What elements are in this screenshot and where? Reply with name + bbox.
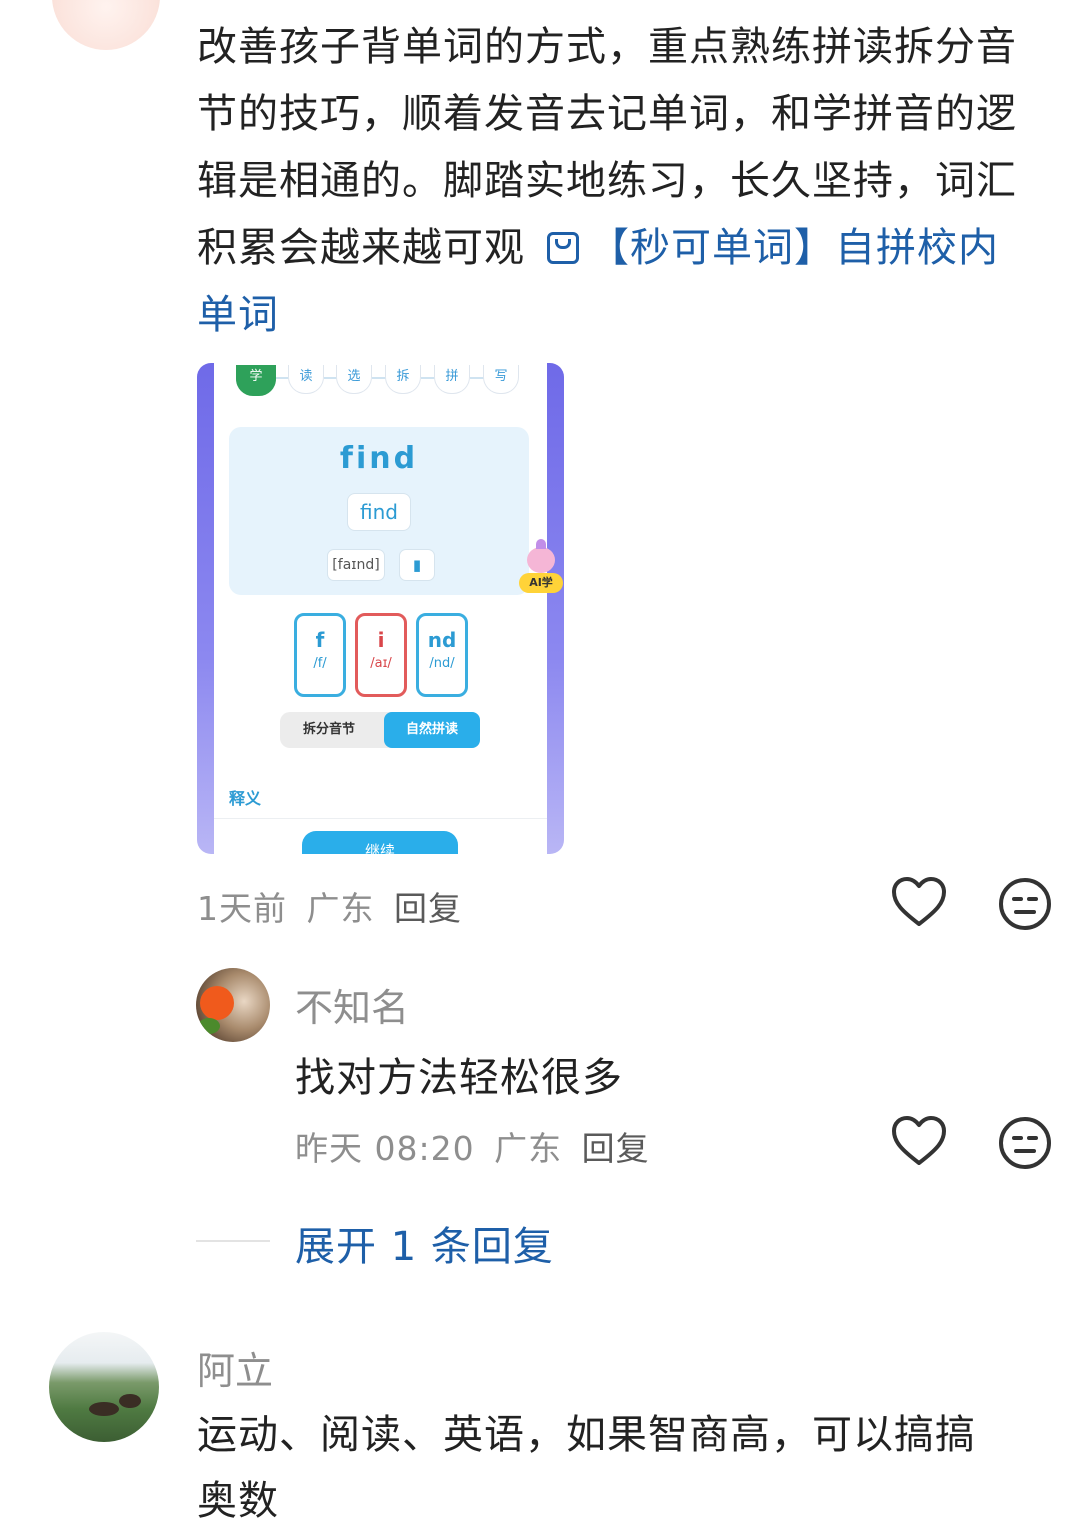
avatar[interactable] (52, 0, 160, 50)
comment-author-name[interactable]: 阿立 (197, 1340, 273, 1395)
comment-location: 广东 (306, 889, 375, 928)
step-connector (421, 377, 435, 379)
reply-text: 找对方法轻松很多 (295, 1055, 623, 1101)
shopping-bag-icon[interactable] (547, 232, 579, 264)
meh-face-icon[interactable] (996, 1114, 1054, 1172)
word-title: find (339, 441, 419, 476)
step-connector (470, 377, 484, 379)
segment-phonics: 自然拼读 (384, 712, 480, 748)
meaning-label: 释义 (229, 789, 262, 808)
avatar[interactable] (196, 968, 270, 1042)
step-read: 读 (288, 365, 324, 394)
word-card: find find [faɪnd] ▮ (229, 427, 529, 595)
avatar-building (119, 1394, 141, 1408)
reply-location: 广东 (494, 1129, 563, 1168)
comment-meta: 1天前 广东 回复 (197, 882, 462, 930)
comment-time: 1天前 (197, 889, 287, 928)
avatar-building (89, 1402, 119, 1416)
reply-button[interactable]: 回复 (582, 1129, 650, 1168)
step-connector (372, 377, 386, 379)
phonetic: [faɪnd] (327, 549, 385, 581)
avatar-leaf (198, 1018, 220, 1034)
continue-button: 继续 (302, 831, 458, 854)
ai-badge-label: AI学 (519, 573, 563, 593)
comment-text: 运动、阅读、英语，如果智商高，可以搞搞奥数 (197, 1412, 976, 1524)
syllable-phonetic: /aɪ/ (370, 656, 392, 671)
syllable-card: f /f/ (294, 613, 346, 697)
divider (214, 818, 547, 819)
step-choose: 选 (336, 365, 372, 394)
syllable-card: i /aɪ/ (355, 613, 407, 697)
syllable-letters: nd (427, 628, 457, 652)
step-write: 写 (483, 365, 519, 394)
reply-author-name[interactable]: 不知名 (295, 977, 409, 1032)
step-learn: 学 (236, 365, 276, 396)
reply-button[interactable]: 回复 (394, 889, 462, 928)
mascot-icon (527, 539, 555, 573)
syllable-letters: f (315, 628, 325, 652)
meh-face-icon[interactable] (996, 875, 1054, 933)
comment-body: 改善孩子背单词的方式，重点熟练拼读拆分音节的技巧，顺着发音去记单词，和学拼音的逻… (197, 14, 1017, 349)
expand-divider (196, 1240, 270, 1242)
segment-split: 拆分音节 (302, 722, 355, 737)
ai-badge: AI学 (519, 539, 563, 597)
word-pill: find (347, 493, 411, 531)
syllable-phonetic: /f/ (313, 656, 327, 671)
syllable-letters: i (377, 628, 385, 652)
expand-replies-button[interactable]: 展开 1 条回复 (295, 1214, 554, 1272)
comment-image[interactable]: 学 读 选 拆 拼 写 find find [faɪnd] ▮ AI学 f /f… (197, 363, 564, 854)
like-heart-icon[interactable] (890, 874, 948, 932)
avatar[interactable] (49, 1332, 159, 1442)
step-split: 拆 (385, 365, 421, 394)
reply-time: 昨天 08:20 (295, 1129, 475, 1168)
syllable-card: nd /nd/ (416, 613, 468, 697)
avatar-fruit (200, 986, 234, 1020)
mode-toggle: 拆分音节 自然拼读 (280, 712, 480, 748)
app-screen: 学 读 选 拆 拼 写 find find [faɪnd] ▮ AI学 f /f… (214, 363, 563, 854)
like-heart-icon[interactable] (890, 1113, 948, 1171)
step-spell: 拼 (434, 365, 470, 394)
speaker-icon: ▮ (399, 549, 435, 581)
syllable-phonetic: /nd/ (429, 656, 455, 671)
reply-meta: 昨天 08:20 广东 回复 (295, 1122, 650, 1170)
